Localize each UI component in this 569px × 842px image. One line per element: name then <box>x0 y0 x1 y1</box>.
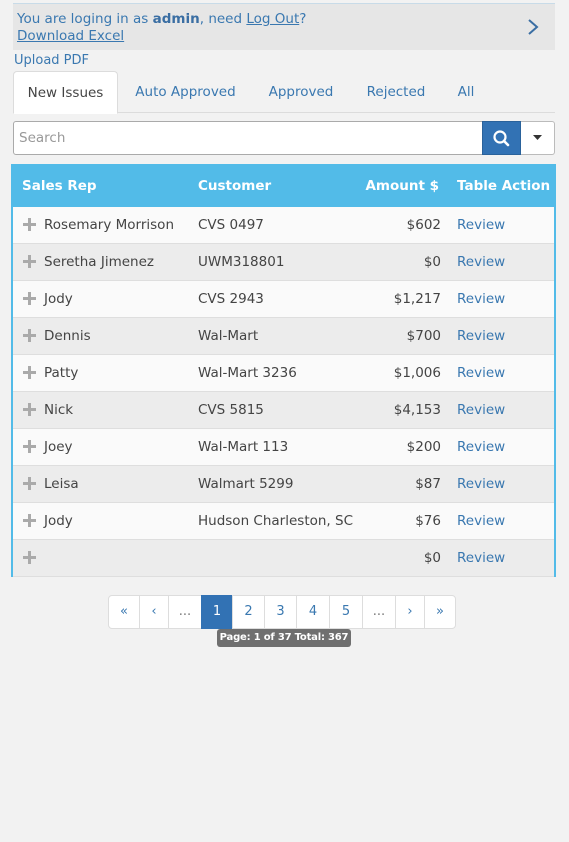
search-button[interactable] <box>482 121 521 155</box>
expand-row-icon[interactable] <box>23 477 36 490</box>
pagination: «‹... 1 2 3 4 5... ›» <box>108 595 456 629</box>
expand-row-icon[interactable] <box>23 292 36 305</box>
review-link[interactable]: Review <box>457 429 505 465</box>
cell-sales-rep: Patty <box>44 365 79 381</box>
page-info: Page: 1 of 37 Total: 367 <box>217 629 351 647</box>
column-header-table-action[interactable]: Table Action <box>457 166 550 207</box>
table-row: Joey Wal-Mart 113 $200 Review <box>13 429 554 466</box>
issues-table: Sales Rep Customer Amount $ Table Action… <box>11 164 556 577</box>
cell-amount: $76 <box>415 513 441 529</box>
cell-customer: Wal-Mart <box>198 328 259 344</box>
column-header-sales-rep[interactable]: Sales Rep <box>22 166 97 207</box>
chevron-right-icon[interactable] <box>525 17 541 37</box>
cell-amount: $4,153 <box>393 402 441 418</box>
review-link[interactable]: Review <box>457 540 505 576</box>
column-header-customer[interactable]: Customer <box>198 166 271 207</box>
table-row: $0 Review <box>13 540 554 577</box>
first-page-button[interactable]: « <box>108 595 140 629</box>
table-row: Jody CVS 2943 $1,217 Review <box>13 281 554 318</box>
cell-sales-rep: Joey <box>44 439 73 455</box>
caret-down-icon <box>533 135 542 140</box>
search-options-dropdown[interactable] <box>521 121 555 155</box>
ellipsis-left: ... <box>168 595 202 629</box>
cell-sales-rep: Nick <box>44 402 74 418</box>
cell-amount: $1,006 <box>393 365 441 381</box>
cell-customer: Hudson Charleston, SC <box>198 513 353 529</box>
review-link[interactable]: Review <box>457 281 505 317</box>
username: admin <box>152 11 200 27</box>
expand-row-icon[interactable] <box>23 255 36 268</box>
login-prefix: You are loging in as <box>17 11 153 27</box>
cell-customer: CVS 2943 <box>198 291 264 307</box>
review-link[interactable]: Review <box>457 355 505 391</box>
next-page-button[interactable]: › <box>395 595 425 629</box>
table-row: Jody Hudson Charleston, SC $76 Review <box>13 503 554 540</box>
tab-approved[interactable]: Approved <box>257 71 345 113</box>
table-row: Dennis Wal-Mart $700 Review <box>13 318 554 355</box>
tab-rejected[interactable]: Rejected <box>355 71 437 113</box>
cell-amount: $200 <box>406 439 441 455</box>
expand-row-icon[interactable] <box>23 551 36 564</box>
cell-customer: CVS 5815 <box>198 402 264 418</box>
page-5-button[interactable]: 5 <box>329 595 363 629</box>
cell-customer: CVS 0497 <box>198 217 264 233</box>
cell-customer: Wal-Mart 3236 <box>198 365 297 381</box>
page-1-button[interactable]: 1 <box>201 595 233 629</box>
page-2-button[interactable]: 2 <box>232 595 265 629</box>
review-link[interactable]: Review <box>457 244 505 280</box>
search-bar <box>13 121 555 155</box>
cell-amount: $602 <box>406 217 441 233</box>
cell-sales-rep: Jody <box>44 291 73 307</box>
review-link[interactable]: Review <box>457 207 505 243</box>
cell-sales-rep: Jody <box>44 513 73 529</box>
review-link[interactable]: Review <box>457 392 505 428</box>
cell-sales-rep: Dennis <box>44 328 91 344</box>
expand-row-icon[interactable] <box>23 440 36 453</box>
tab-bar: New Issues Auto Approved Approved Reject… <box>13 71 555 114</box>
table-row: Seretha Jimenez UWM318801 $0 Review <box>13 244 554 281</box>
cell-customer: Wal-Mart 113 <box>198 439 289 455</box>
login-bar: You are loging in as admin, need Log Out… <box>13 3 555 50</box>
cell-sales-rep: Leisa <box>44 476 79 492</box>
cell-amount: $700 <box>406 328 441 344</box>
download-excel-link[interactable]: Download Excel <box>17 28 124 44</box>
tab-new-issues[interactable]: New Issues <box>13 71 118 114</box>
expand-row-icon[interactable] <box>23 403 36 416</box>
search-input[interactable] <box>13 121 483 155</box>
table-row: Nick CVS 5815 $4,153 Review <box>13 392 554 429</box>
table-row: Patty Wal-Mart 3236 $1,006 Review <box>13 355 554 392</box>
login-suffix: ? <box>299 11 307 27</box>
review-link[interactable]: Review <box>457 503 505 539</box>
table-row: Leisa Walmart 5299 $87 Review <box>13 466 554 503</box>
cell-amount: $0 <box>423 254 441 270</box>
expand-row-icon[interactable] <box>23 514 36 527</box>
tab-all[interactable]: All <box>447 71 485 113</box>
cell-customer: UWM318801 <box>198 254 285 270</box>
login-status: You are loging in as admin, need Log Out… <box>17 9 306 29</box>
expand-row-icon[interactable] <box>23 329 36 342</box>
ellipsis-right: ... <box>362 595 396 629</box>
cell-customer: Walmart 5299 <box>198 476 294 492</box>
login-middle: , need <box>199 11 247 27</box>
page-3-button[interactable]: 3 <box>264 595 297 629</box>
cell-amount: $0 <box>423 550 441 566</box>
tab-auto-approved[interactable]: Auto Approved <box>123 71 248 113</box>
expand-row-icon[interactable] <box>23 218 36 231</box>
cell-sales-rep: Seretha Jimenez <box>44 254 154 270</box>
prev-page-button[interactable]: ‹ <box>139 595 169 629</box>
search-icon <box>493 130 510 147</box>
last-page-button[interactable]: » <box>424 595 456 629</box>
review-link[interactable]: Review <box>457 466 505 502</box>
upload-pdf-link[interactable]: Upload PDF <box>14 53 89 68</box>
page-4-button[interactable]: 4 <box>296 595 330 629</box>
cell-sales-rep: Rosemary Morrison <box>44 217 174 233</box>
logout-link[interactable]: Log Out <box>246 11 299 27</box>
table-row: Rosemary Morrison CVS 0497 $602 Review <box>13 207 554 244</box>
cell-amount: $1,217 <box>393 291 441 307</box>
table-header: Sales Rep Customer Amount $ Table Action <box>13 166 554 207</box>
review-link[interactable]: Review <box>457 318 505 354</box>
expand-row-icon[interactable] <box>23 366 36 379</box>
cell-amount: $87 <box>415 476 441 492</box>
column-header-amount[interactable]: Amount $ <box>365 166 439 207</box>
